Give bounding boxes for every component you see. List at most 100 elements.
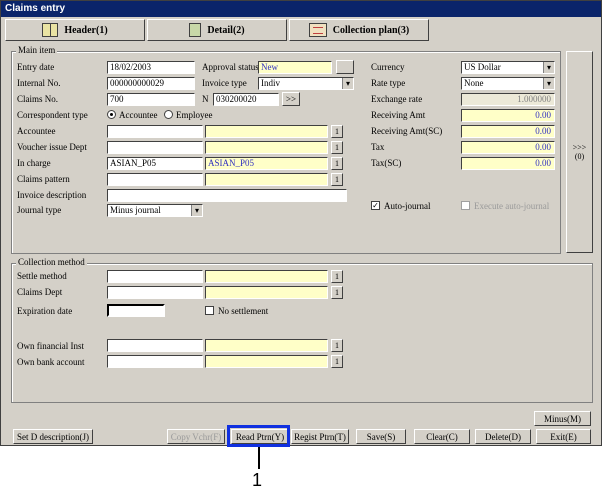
correspondent-type-label: Correspondent type — [17, 110, 88, 120]
window-title: Claims entry — [1, 1, 601, 17]
journal-type-select[interactable]: Minus journal — [107, 204, 203, 217]
envelope-icon — [308, 23, 327, 37]
expiration-date-field[interactable] — [107, 304, 165, 317]
n-search-button[interactable]: >> — [282, 92, 300, 106]
tab-header[interactable]: Header(1) — [5, 19, 145, 41]
radio-accountee-label: Accountee — [119, 110, 158, 120]
exit-button[interactable]: Exit(E) — [536, 429, 591, 444]
tab-detail[interactable]: Detail(2) — [147, 19, 287, 41]
own-financial-inst-name-field — [205, 339, 328, 352]
claims-dept-label: Claims Dept — [17, 287, 63, 297]
accountee-code-field[interactable] — [107, 125, 203, 138]
book-icon — [42, 23, 59, 37]
claims-dept-lookup-button[interactable]: 1 — [331, 286, 343, 299]
claims-no-field[interactable]: 700 — [107, 93, 195, 106]
callout-line — [258, 447, 260, 469]
currency-label: Currency — [371, 62, 405, 72]
save-button[interactable]: Save(S) — [356, 429, 406, 444]
internal-no-field[interactable]: 000000000029 — [107, 77, 195, 90]
tab-collection-plan[interactable]: Collection plan(3) — [289, 19, 429, 41]
entry-date-label: Entry date — [17, 62, 55, 72]
main-item-caption: Main item — [16, 45, 58, 55]
regist-ptrn-button[interactable]: Regist Ptrn(T) — [291, 429, 349, 444]
claims-pattern-label: Claims pattern — [17, 174, 70, 184]
settle-method-lookup-button[interactable]: 1 — [331, 270, 343, 283]
tax-label: Tax — [371, 142, 385, 152]
in-charge-label: In charge — [17, 158, 51, 168]
claims-pattern-code-field[interactable] — [107, 173, 203, 186]
own-financial-inst-code-field[interactable] — [107, 339, 203, 352]
exchange-rate-label: Exchange rate — [371, 94, 423, 104]
entry-date-field[interactable]: 18/02/2003 — [107, 61, 195, 74]
accountee-name-field — [205, 125, 328, 138]
invoice-type-label: Invoice type — [202, 78, 247, 88]
receiving-amt-sc-label: Receiving Amt(SC) — [371, 126, 443, 136]
claims-no-label: Claims No. — [17, 94, 59, 104]
journal-type-label: Journal type — [17, 205, 62, 215]
receiving-amt-sc-field[interactable]: 0.00 — [461, 125, 555, 138]
expand-side-button[interactable]: >>>(0) — [566, 51, 593, 253]
claims-dept-code-field[interactable] — [107, 286, 203, 299]
read-ptrn-highlight — [227, 425, 290, 447]
tax-sc-label: Tax(SC) — [371, 158, 402, 168]
claims-pattern-lookup-button[interactable]: 1 — [331, 173, 343, 186]
own-financial-inst-lookup-button[interactable]: 1 — [331, 339, 343, 352]
claims-dept-name-field — [205, 286, 328, 299]
radio-accountee[interactable] — [107, 110, 116, 119]
delete-button[interactable]: Delete(D) — [475, 429, 531, 444]
copy-vchr-button[interactable]: Copy Vchr(F) — [167, 429, 225, 444]
n-field[interactable]: 030200020 — [213, 93, 279, 106]
rate-type-select[interactable]: None — [461, 77, 555, 90]
set-d-description-button[interactable]: Set D description(J) — [13, 429, 93, 444]
approval-status-field: New — [258, 61, 332, 74]
no-settlement-label: No settlement — [218, 306, 269, 316]
own-bank-account-label: Own bank account — [17, 357, 85, 367]
auto-journal-checkbox[interactable]: ✓ — [371, 201, 380, 210]
own-financial-inst-label: Own financial Inst — [17, 341, 84, 351]
voucher-issue-dept-lookup-button[interactable]: 1 — [331, 141, 343, 154]
tax-sc-field[interactable]: 0.00 — [461, 157, 555, 170]
settle-method-code-field[interactable] — [107, 270, 203, 283]
execute-auto-journal-label: Execute auto-journal — [474, 201, 550, 211]
radio-employee[interactable] — [164, 110, 173, 119]
invoice-type-select[interactable]: Indiv — [258, 77, 354, 90]
rate-type-label: Rate type — [371, 78, 406, 88]
accountee-label: Accountee — [17, 126, 56, 136]
accountee-lookup-button[interactable]: 1 — [331, 125, 343, 138]
internal-no-label: Internal No. — [17, 78, 61, 88]
n-label: N — [202, 94, 209, 104]
tab-collection-plan-label: Collection plan(3) — [332, 24, 410, 36]
settle-method-name-field — [205, 270, 328, 283]
in-charge-code-field[interactable]: ASIAN_P05 — [107, 157, 203, 170]
clear-button[interactable]: Clear(C) — [414, 429, 470, 444]
own-bank-account-lookup-button[interactable]: 1 — [331, 355, 343, 368]
receiving-amt-field[interactable]: 0.00 — [461, 109, 555, 122]
approval-status-button[interactable] — [336, 60, 354, 74]
in-charge-lookup-button[interactable]: 1 — [331, 157, 343, 170]
invoice-description-label: Invoice description — [17, 190, 87, 200]
voucher-issue-dept-label: Voucher issue Dept — [17, 142, 87, 152]
execute-auto-journal-checkbox[interactable] — [461, 201, 470, 210]
minus-button[interactable]: Minus(M) — [534, 411, 591, 426]
collection-method-panel — [11, 263, 593, 403]
invoice-description-field[interactable] — [107, 189, 347, 202]
tab-detail-label: Detail(2) — [207, 24, 245, 36]
voucher-issue-dept-code-field[interactable] — [107, 141, 203, 154]
tax-field[interactable]: 0.00 — [461, 141, 555, 154]
settle-method-label: Settle method — [17, 271, 67, 281]
no-settlement-checkbox[interactable] — [205, 306, 214, 315]
approval-status-label: Approval status — [202, 62, 259, 72]
exchange-rate-field: 1.000000 — [461, 93, 555, 106]
collection-method-caption: Collection method — [16, 257, 87, 267]
currency-select[interactable]: US Dollar — [461, 61, 555, 74]
auto-journal-label: Auto-journal — [384, 201, 431, 211]
own-bank-account-name-field — [205, 355, 328, 368]
own-bank-account-code-field[interactable] — [107, 355, 203, 368]
voucher-issue-dept-name-field — [205, 141, 328, 154]
tab-bar: Header(1) Detail(2) Collection plan(3) — [3, 19, 599, 43]
radio-employee-label: Employee — [176, 110, 213, 120]
tab-header-label: Header(1) — [64, 24, 108, 36]
in-charge-name-field: ASIAN_P05 — [205, 157, 328, 170]
claims-entry-window: Claims entry Header(1) Detail(2) Collect… — [0, 0, 602, 446]
claims-pattern-name-field — [205, 173, 328, 186]
